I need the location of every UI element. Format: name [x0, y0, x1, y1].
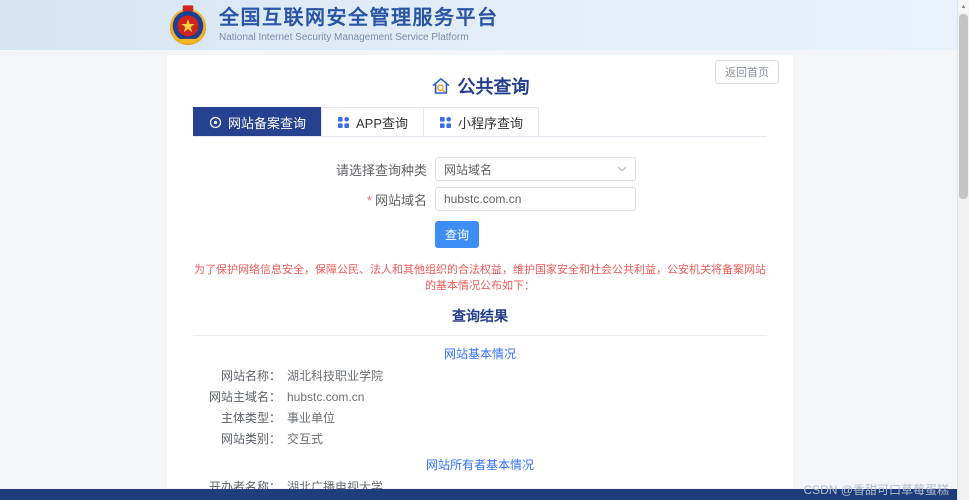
- query-type-selected-value: 网站域名: [444, 162, 493, 177]
- tab-label: 小程序查询: [458, 115, 524, 131]
- page-title: 公共查询: [193, 73, 767, 99]
- result-value: 湖北科技职业学院: [287, 369, 384, 383]
- public-query-page: 全国互联网安全管理服务平台 National Internet Security…: [0, 0, 969, 500]
- domain-input[interactable]: [435, 187, 636, 211]
- result-value: 交互式: [287, 432, 324, 446]
- vertical-scrollbar[interactable]: ▲: [957, 0, 969, 500]
- site-header: 全国互联网安全管理服务平台 National Internet Security…: [0, 0, 969, 50]
- result-value: hubstc.com.cn: [287, 390, 365, 404]
- return-home-button[interactable]: 返回首页: [715, 60, 779, 84]
- result-label: 主体类型：: [220, 411, 281, 425]
- query-type-select[interactable]: 网站域名: [435, 157, 636, 181]
- tab-website-record-query[interactable]: 网站备案查询: [193, 107, 323, 136]
- page-title-label: 公共查询: [457, 77, 530, 97]
- globe-circle-icon: [209, 116, 222, 128]
- results-divider: [193, 335, 767, 336]
- police-emblem-logo: [169, 5, 207, 46]
- result-label: 网站名称：: [220, 369, 281, 383]
- tab-label: 网站备案查询: [228, 115, 307, 131]
- site-title-cn: 全国互联网安全管理服务平台: [219, 7, 499, 29]
- domain-row: * 网站域名: [193, 187, 767, 211]
- tab-app-query[interactable]: APP查询: [321, 107, 425, 136]
- site-title-en: National Internet Security Management Se…: [219, 32, 469, 43]
- site-basic-info-link[interactable]: 网站基本情况: [193, 345, 767, 362]
- chevron-down-icon: [617, 166, 627, 172]
- tab-label: APP查询: [356, 115, 409, 131]
- result-row: 网站类别： 交互式: [193, 432, 767, 447]
- tab-miniprogram-query[interactable]: 小程序查询: [423, 107, 540, 136]
- result-row: 网站主域名： hubstc.com.cn: [193, 390, 767, 405]
- csdn-watermark: CSDN @香甜可口草莓蛋糕: [803, 483, 949, 497]
- query-type-row: 请选择查询种类 网站域名: [193, 157, 767, 181]
- query-tabs: 网站备案查询 APP查询 小程序查询: [193, 107, 767, 137]
- owner-basic-info-link[interactable]: 网站所有者基本情况: [193, 456, 767, 473]
- query-form: 请选择查询种类 网站域名 *网站域名 查询: [193, 157, 767, 248]
- result-label: 网站主域名：: [208, 390, 281, 404]
- scrollbar-up-button[interactable]: ▲: [958, 0, 969, 13]
- site-logo-text: 全国互联网安全管理服务平台 National Internet Security…: [219, 7, 499, 43]
- house-search-icon: [432, 78, 449, 94]
- query-card: 返回首页 公共查询 网站备案查询 APP查询 小程序查询 请选择查询种类 网站域…: [167, 55, 793, 494]
- app-grid-icon: [338, 116, 350, 128]
- legal-notice-text: 为了保护网络信息安全，保障公民、法人和其他组织的合法权益，维护国家安全和社会公共…: [194, 264, 766, 292]
- scrollbar-thumb[interactable]: [959, 14, 968, 199]
- result-value: 事业单位: [287, 411, 336, 425]
- domain-label: * 网站域名: [366, 192, 427, 208]
- result-label: 网站类别：: [220, 432, 281, 446]
- query-type-label: 请选择查询种类: [335, 162, 427, 178]
- results-title: 查询结果: [452, 308, 508, 324]
- required-asterisk: *: [366, 192, 372, 208]
- query-submit-button[interactable]: 查询: [435, 221, 480, 248]
- miniprogram-grid-icon: [440, 116, 452, 128]
- site-basic-info-list: 网站名称： 湖北科技职业学院 网站主域名： hubstc.com.cn 主体类型…: [193, 369, 767, 447]
- result-row: 网站名称： 湖北科技职业学院: [193, 369, 767, 384]
- result-row: 主体类型： 事业单位: [193, 411, 767, 426]
- site-header-inner: 全国互联网安全管理服务平台 National Internet Security…: [167, 0, 969, 50]
